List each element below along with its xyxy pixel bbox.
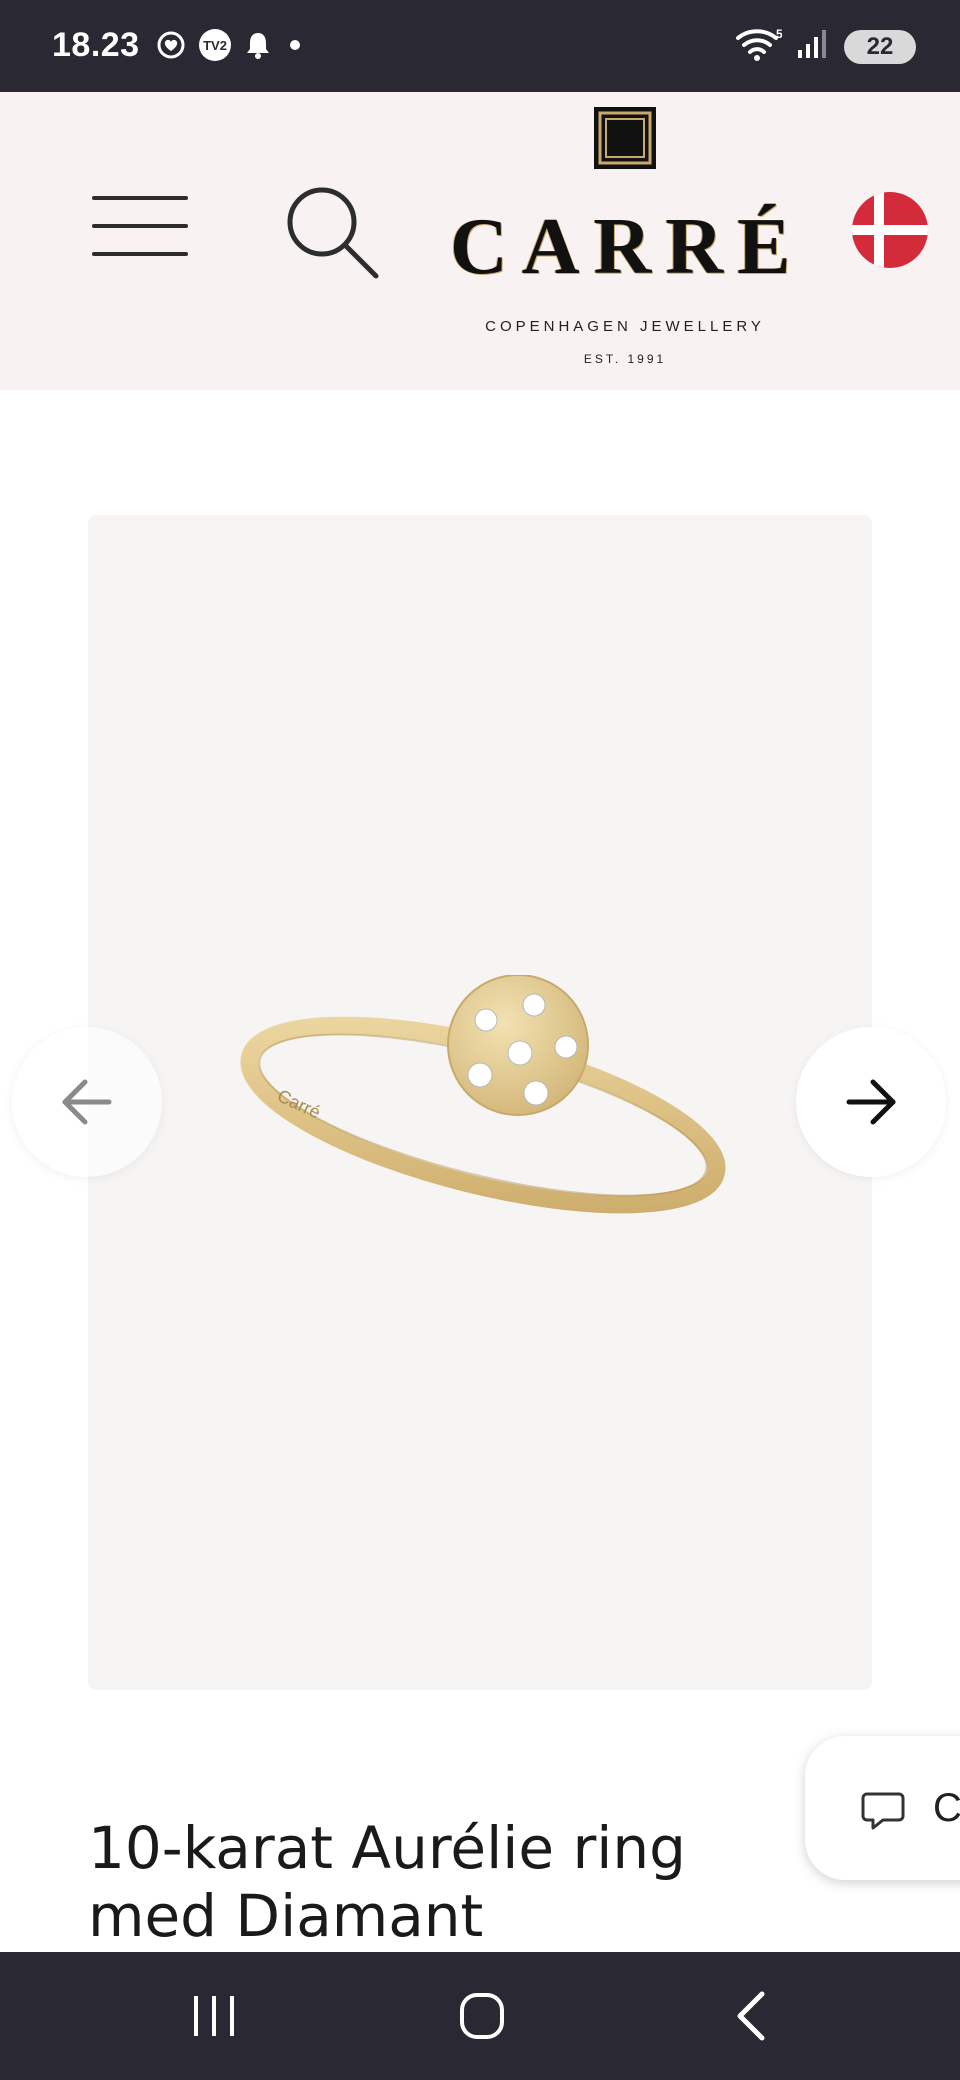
chat-bubble-icon <box>861 1792 905 1830</box>
product-gallery[interactable]: Carré <box>88 515 872 1690</box>
previous-image-button[interactable] <box>12 1027 162 1177</box>
site-header: CARRÉ COPENHAGEN JEWELLERY EST. 1991 <box>0 92 960 390</box>
logo-established: EST. 1991 <box>583 352 667 366</box>
battery-level: 22 <box>866 33 894 60</box>
logo-wordmark: CARRÉ <box>450 203 805 291</box>
connectivity-icons: 5 <box>736 26 828 62</box>
battery-indicator: 22 <box>844 30 916 64</box>
product-title: 10-karat Aurélie ring med Diamant <box>88 1814 788 1950</box>
chat-button[interactable]: C <box>805 1736 960 1880</box>
back-button[interactable] <box>712 1986 792 2046</box>
bell-icon <box>247 33 269 59</box>
svg-text:TV2: TV2 <box>203 38 227 53</box>
back-icon <box>737 1991 765 2041</box>
home-icon <box>460 1993 504 2039</box>
recent-apps-icon <box>194 1996 234 2036</box>
arrow-right-icon <box>846 1079 896 1125</box>
notification-icons: TV2 <box>156 28 306 62</box>
logo-mark-icon <box>594 107 656 169</box>
recent-apps-button[interactable] <box>174 1986 254 2046</box>
home-button[interactable] <box>442 1986 522 2046</box>
search-icon <box>287 187 379 279</box>
menu-button[interactable] <box>92 192 196 264</box>
denmark-flag-icon <box>852 192 928 268</box>
system-nav-bar <box>0 1952 960 2080</box>
language-selector[interactable] <box>852 192 928 268</box>
wifi-badge: 5 <box>776 27 782 41</box>
logo-tagline: COPENHAGEN JEWELLERY <box>485 318 765 335</box>
signal-icon <box>798 30 826 58</box>
product-title-line1: 10-karat Aurélie ring <box>88 1814 686 1882</box>
site-logo[interactable]: CARRÉ COPENHAGEN JEWELLERY EST. 1991 <box>450 106 805 366</box>
search-button[interactable] <box>282 182 382 282</box>
status-time: 18.23 <box>52 26 140 64</box>
tv2-app-icon: TV2 <box>199 29 231 61</box>
dot-icon <box>290 40 300 50</box>
arrow-left-icon <box>62 1079 112 1125</box>
hamburger-menu-icon <box>92 196 188 200</box>
next-image-button[interactable] <box>796 1027 946 1177</box>
heart-monitor-icon <box>157 31 185 59</box>
status-bar: 18.23 TV2 5 22 <box>0 0 960 92</box>
product-title-line2: med Diamant <box>88 1882 484 1950</box>
product-image: Carré <box>240 975 726 1214</box>
wifi-icon: 5 <box>736 27 782 61</box>
chat-label: C <box>933 1786 960 1830</box>
